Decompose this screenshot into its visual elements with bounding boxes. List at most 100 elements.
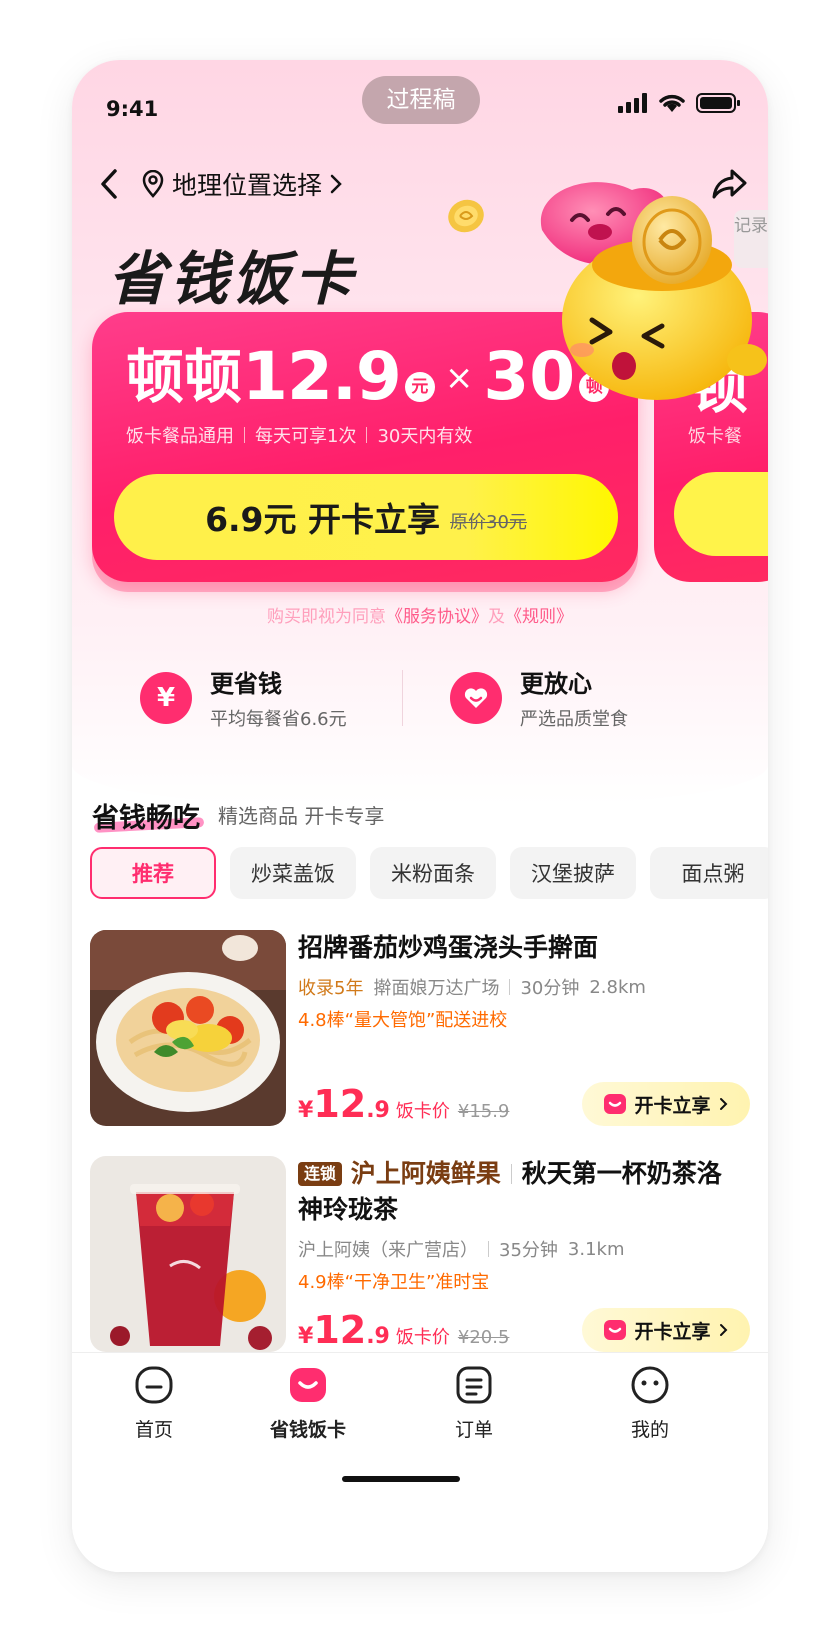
profile-face-icon (631, 1366, 669, 1404)
deal-word: 顿顿 (126, 343, 243, 411)
agreement-and: 及 (488, 607, 505, 627)
yen-icon: ¥ (140, 671, 192, 724)
product-card[interactable]: 招牌番茄炒鸡蛋浇头手擀面 收录5年 擀面娘万达广场 30分钟 2.8km 4.8… (90, 930, 750, 1130)
back-button[interactable] (92, 164, 126, 204)
location-label: 地理位置选择 (172, 171, 323, 200)
location-selector[interactable]: 地理位置选择 (142, 166, 342, 202)
product-name[interactable]: 招牌番茄炒鸡蛋浇头手擀面 (298, 930, 738, 966)
deal-price: 12.9 (242, 338, 402, 415)
benefit-subtitle: 严选品质堂食 (520, 709, 628, 730)
original-price: ¥15.9 (457, 1101, 510, 1122)
section-subtitle: 精选商品 开卡专享 (218, 804, 385, 828)
open-card-small-label: 开卡立享 (634, 1094, 711, 1117)
distance: 2.8km (589, 976, 646, 998)
product-highlight: 4.9棒“干净卫生”准时宝 (298, 1272, 490, 1293)
price-integer: 12 (313, 1308, 367, 1352)
agreement-text: 购买即视为同意《服务协议》及《规则》 (72, 602, 768, 627)
location-pin-icon (142, 170, 164, 198)
divider (488, 1241, 489, 1257)
meal-card-icon (604, 1320, 627, 1340)
price-unit-badge: 元 (404, 372, 435, 402)
product-name[interactable]: 连锁 沪上阿姨鲜果 秋天第一杯奶茶洛神玲珑茶 (298, 1156, 738, 1228)
shop-name: 沪上阿姨（来广营店） (298, 1240, 478, 1261)
open-card-small-button[interactable]: 开卡立享 (582, 1082, 750, 1126)
rules-link[interactable]: 《规则》 (505, 607, 573, 627)
shop-name: 擀面娘万达广场 (373, 978, 500, 999)
divider (244, 427, 245, 443)
battery-icon (696, 93, 740, 113)
times-symbol: × (444, 358, 474, 398)
product-highlight: 4.8棒“量大管饱”配送进校 (298, 1010, 508, 1031)
feature-text: 30天内有效 (377, 426, 473, 447)
tab-stir-fry-rice[interactable]: 炒菜盖饭 (230, 847, 356, 899)
draft-pill: 过程稿 (362, 76, 480, 124)
product-tag: 收录5年 (298, 978, 364, 999)
service-agreement-link[interactable]: 《服务协议》 (386, 607, 488, 627)
phone-frame: 9:41 过程稿 地理位置选择 省钱饭卡 记录 顿 饭卡餐 顿顿 12.9 元 … (72, 60, 768, 1572)
product-image[interactable] (90, 1156, 286, 1352)
tab-noodles[interactable]: 米粉面条 (370, 847, 496, 899)
price-label: 饭卡价 (395, 1101, 450, 1122)
agreement-prefix: 购买即视为同意 (267, 607, 386, 627)
nav-label: 省钱饭卡 (269, 1419, 346, 1441)
tab-pastry-porridge[interactable]: 面点粥 (650, 847, 768, 899)
cta-original-price: 原价30元 (450, 512, 527, 533)
tab-recommend[interactable]: 推荐 (90, 847, 216, 899)
heart-icon (464, 687, 488, 708)
next-card-button[interactable] (674, 472, 768, 556)
benefit-title: 更省钱 (210, 670, 282, 698)
delivery-time: 30分钟 (520, 978, 580, 999)
price-currency: ¥ (298, 1324, 314, 1349)
chevron-right-icon (719, 1324, 727, 1336)
distance: 3.1km (567, 1238, 625, 1260)
nav-meal-card[interactable]: 省钱饭卡 (248, 1365, 368, 1442)
price-decimal: .9 (366, 1324, 390, 1349)
open-card-small-button[interactable]: 开卡立享 (582, 1308, 750, 1352)
product-price: ¥ 12 .9 饭卡价 ¥15.9 (298, 1082, 509, 1126)
order-icon (456, 1366, 492, 1404)
original-price: ¥20.5 (457, 1327, 510, 1348)
nav-orders[interactable]: 订单 (414, 1365, 534, 1442)
product-meta: 收录5年 擀面娘万达广场 30分钟 2.8km (298, 974, 646, 1000)
drink-image (90, 1156, 286, 1352)
product-card[interactable]: 连锁 沪上阿姨鲜果 秋天第一杯奶茶洛神玲珑茶 沪上阿姨（来广营店） 35分钟 3.… (90, 1156, 750, 1352)
wifi-icon (659, 94, 685, 112)
category-tabs: 推荐 炒菜盖饭 米粉面条 汉堡披萨 面点粥 (90, 847, 768, 899)
noodle-dish-image (90, 930, 286, 1126)
tab-burger-pizza[interactable]: 汉堡披萨 (510, 847, 636, 899)
home-face-icon (135, 1366, 173, 1404)
benefit-save: ¥ 更省钱 平均每餐省6.6元 (140, 664, 347, 731)
benefit-title: 更放心 (520, 670, 592, 698)
next-card-sub: 饭卡餐 (688, 426, 742, 447)
divider (510, 1164, 512, 1184)
nav-label: 我的 (630, 1419, 669, 1441)
status-icons (618, 93, 740, 113)
product-meta: 沪上阿姨（来广营店） 35分钟 3.1km (298, 1236, 625, 1262)
cta-label: 6.9元 开卡立享 (205, 500, 441, 539)
home-indicator (342, 1476, 460, 1482)
price-decimal: .9 (366, 1098, 390, 1123)
nav-profile[interactable]: 我的 (590, 1365, 710, 1442)
nav-home[interactable]: 首页 (94, 1365, 214, 1442)
price-currency: ¥ (298, 1098, 314, 1123)
open-card-small-label: 开卡立享 (634, 1320, 711, 1343)
benefit-trust: 更放心 严选品质堂食 (450, 664, 628, 731)
meal-card-icon (604, 1094, 627, 1114)
divider (509, 979, 511, 995)
nav-label: 订单 (454, 1419, 493, 1441)
signal-icon (618, 93, 647, 113)
meal-card-icon (290, 1368, 326, 1402)
bottom-tab-bar: 首页 省钱饭卡 订单 我的 (72, 1352, 768, 1572)
chain-tag: 连锁 (298, 1162, 343, 1186)
product-image[interactable] (90, 930, 286, 1126)
feature-text: 饭卡餐品通用 (126, 426, 234, 447)
status-time: 9:41 (106, 97, 159, 121)
divider (366, 427, 368, 443)
heart-shield-icon (450, 671, 502, 724)
open-card-button[interactable]: 6.9元 开卡立享 原价30元 (114, 474, 618, 560)
price-integer: 12 (313, 1082, 367, 1126)
benefit-subtitle: 平均每餐省6.6元 (210, 709, 347, 730)
brand-name: 沪上阿姨鲜果 (350, 1159, 501, 1188)
product-price: ¥ 12 .9 饭卡价 ¥20.5 (298, 1308, 509, 1352)
chevron-left-icon (101, 169, 117, 199)
